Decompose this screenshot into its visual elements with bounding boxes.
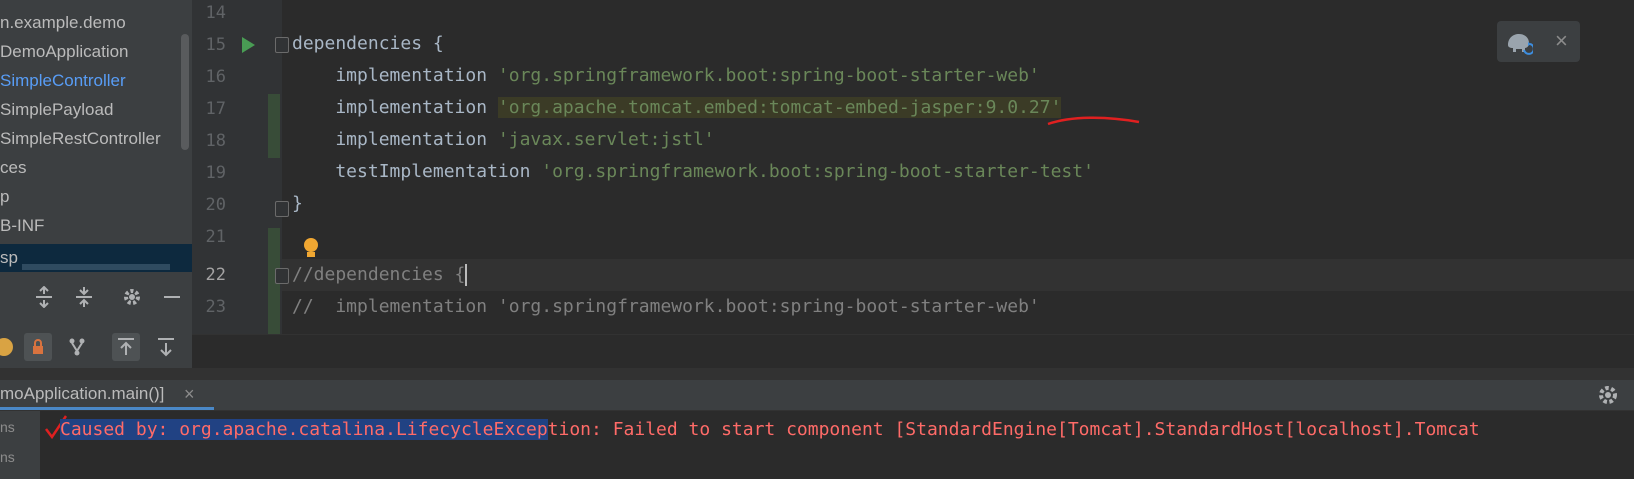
code-line[interactable]: dependencies { [292,33,444,54]
code-line[interactable]: implementation 'javax.servlet:jstl' [292,129,715,150]
scroll-to-top-icon[interactable] [112,333,140,361]
code-text: dependencies { [292,33,444,54]
tree-item-label: SimpleController [0,71,126,90]
tree-item-simplepayload[interactable]: SimplePayload [0,96,113,124]
tree-item-label: sp [0,248,18,267]
line-number: 17 [205,99,226,119]
line-number: 14 [205,3,226,23]
tree-item-label: DemoApplication [0,42,129,61]
tree-item-label: SimpleRestController [0,129,161,148]
selection-highlight [22,264,170,270]
code-line[interactable]: // implementation 'org.springframework.b… [292,296,1040,317]
code-string: 'org.springframework.boot:spring-boot-st… [497,65,1040,86]
tree-item-label: B-INF [0,216,45,235]
fold-marker[interactable] [275,268,289,284]
tree-item-package[interactable]: n.example.demo [0,9,126,37]
code-string: 'org.springframework.boot:spring-boot-st… [541,161,1094,182]
code-comment: // implementation 'org.springframework.b… [292,296,1040,317]
annotation-underline [1047,116,1140,126]
run-side-toolbar: ns ns [0,411,40,479]
close-icon[interactable]: × [184,380,195,408]
text-caret [465,264,468,286]
run-tab[interactable]: moApplication.main()] × [0,380,214,410]
line-number: 15 [205,35,226,55]
expand-all-icon[interactable] [30,283,58,311]
code-text: implementation [292,129,498,150]
project-toolbar [0,272,192,322]
gradle-elephant-icon[interactable] [1505,29,1535,60]
vcs-changed-marker[interactable] [268,94,280,158]
code-comment: //dependencies { [292,264,466,285]
minimize-icon[interactable] [158,283,186,311]
tree-item-resources[interactable]: ces [0,154,26,182]
code-text: implementation [292,97,498,118]
tree-item-jsp[interactable]: sp [0,244,192,272]
code-line[interactable]: implementation 'org.apache.tomcat.embed:… [292,97,1062,118]
gear-icon[interactable] [1596,383,1620,407]
gradle-notification: × [1497,21,1580,62]
tree-item-simplecontroller[interactable]: SimpleController [0,67,126,95]
commit-icon[interactable] [0,333,18,361]
tree-item-label: ces [0,158,27,177]
code-string-highlighted: 'org.apache.tomcat.embed:tomcat-embed-ja… [497,97,1062,118]
tree-item-label: SimplePayload [0,100,114,119]
gear-icon[interactable] [118,283,146,311]
code-line[interactable]: } [292,193,303,214]
fold-marker[interactable] [275,201,289,217]
tree-scrollbar[interactable] [181,34,189,150]
line-number: 18 [205,131,226,151]
line-number-current: 22 [205,265,226,285]
side-label: ns [0,449,15,465]
side-label: ns [0,419,15,435]
branch-icon[interactable] [63,333,91,361]
console-output[interactable]: Caused by: org.apache.catalina.Lifecycle… [40,411,1634,479]
run-tab-label: moApplication.main()] [0,384,165,403]
close-icon[interactable]: × [1555,28,1568,54]
fold-marker[interactable] [275,37,289,53]
line-number: 19 [205,163,226,183]
code-text: } [292,193,303,214]
lock-icon[interactable] [24,333,52,361]
tree-item-web-inf[interactable]: B-INF [0,212,44,240]
line-number: 20 [205,195,226,215]
code-string: 'javax.servlet:jstl' [497,129,715,150]
tree-item-label: n.example.demo [0,13,126,32]
line-number: 16 [205,67,226,87]
console-text: tion: Failed to start component [Standar… [547,419,1480,440]
run-gutter-icon[interactable] [240,36,256,59]
tree-item-webapp[interactable]: p [0,183,9,211]
tree-item-demoapplication[interactable]: DemoApplication [0,38,129,66]
console-error-line[interactable]: Caused by: org.apache.catalina.Lifecycle… [60,419,1480,440]
line-number: 23 [205,297,226,317]
tree-item-simplerestcontroller[interactable]: SimpleRestController [0,125,161,153]
current-line-highlight [282,259,1634,291]
line-number: 21 [205,227,226,247]
code-text: implementation [292,65,498,86]
scroll-to-bottom-icon[interactable] [152,333,180,361]
panel-divider[interactable] [0,368,1634,380]
run-panel-header: moApplication.main()] × [0,380,1634,411]
editor-bottom-area [192,334,1634,369]
project-tree: n.example.demo DemoApplication SimpleCon… [0,0,192,272]
code-line-current[interactable]: //dependencies { [292,264,468,286]
collapse-all-icon[interactable] [70,283,98,311]
code-text: testImplementation [292,161,542,182]
console-selected-text: Caused by: org.apache.catalina.Lifecycle… [60,419,548,440]
code-line[interactable]: testImplementation 'org.springframework.… [292,161,1094,182]
git-toolbar [0,322,192,372]
lightbulb-icon[interactable] [301,236,321,265]
tree-item-label: p [0,187,10,206]
code-line[interactable]: implementation 'org.springframework.boot… [292,65,1040,86]
